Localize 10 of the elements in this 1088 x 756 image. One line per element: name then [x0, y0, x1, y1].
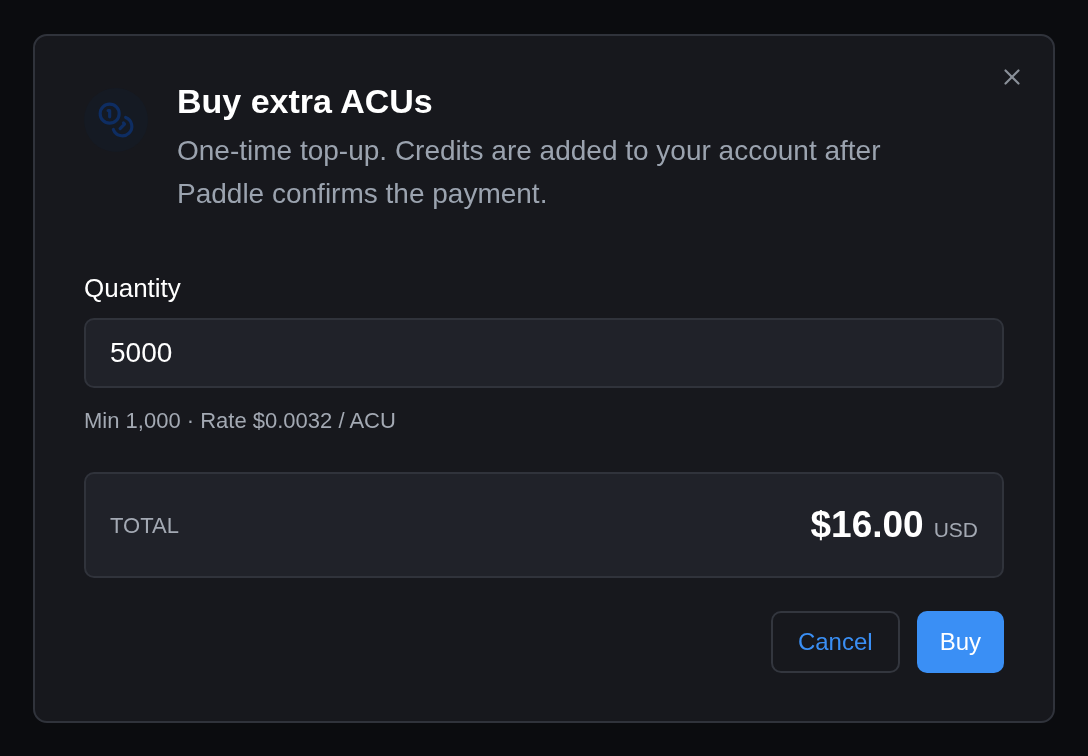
quantity-hint: Min 1,000 · Rate $0.0032 / ACU	[84, 408, 396, 434]
dialog-description: One-time top-up. Credits are added to your account after Paddle confirms the payment.	[177, 134, 882, 211]
total-currency: USD	[933, 517, 978, 544]
total-label: TOTAL	[110, 511, 179, 540]
total-amount: $16.00	[810, 503, 924, 548]
cancel-button[interactable]: Cancel	[770, 611, 900, 673]
buy-button[interactable]: Buy	[916, 611, 1004, 673]
quantity-field[interactable]: 5000	[84, 318, 1004, 388]
dialog-title: Buy extra ACUs	[177, 81, 433, 121]
quantity-label: Quantity	[84, 273, 181, 303]
